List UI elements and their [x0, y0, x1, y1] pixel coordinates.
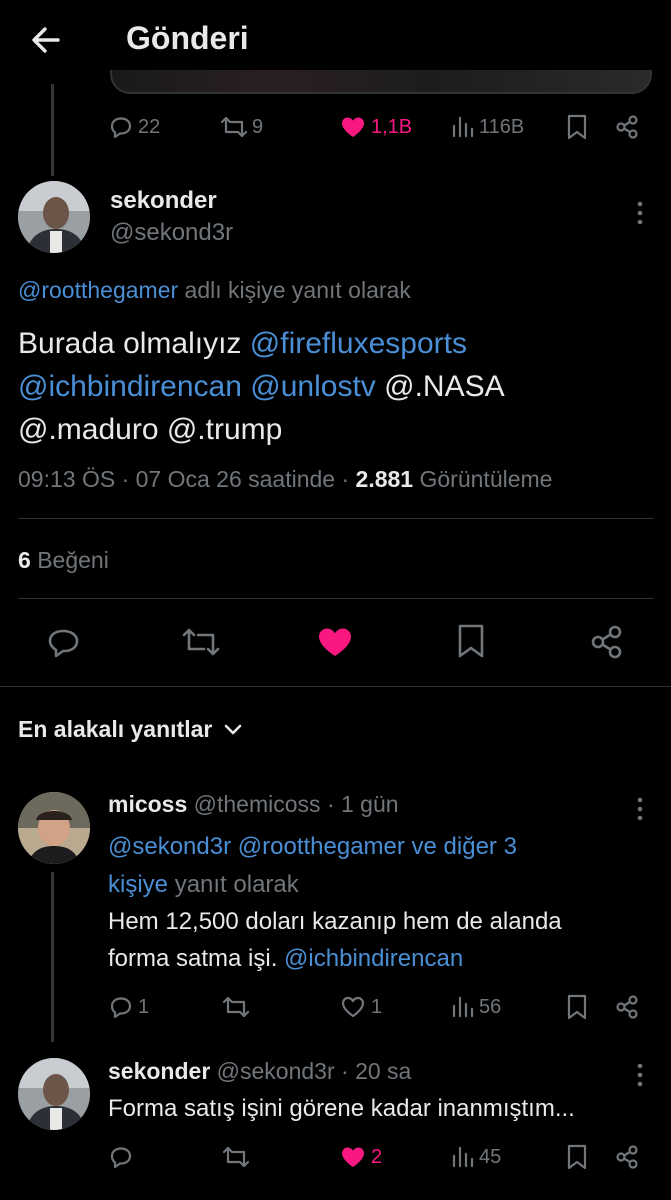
reply-count: 1 — [138, 996, 150, 1018]
replying-to: @sekond3r @rootthegamer ve diğer 3 kişiy… — [108, 828, 648, 904]
reply-count: 22 — [138, 116, 161, 138]
likes-label: Beğeni — [37, 547, 109, 573]
bookmark-icon[interactable] — [566, 114, 588, 140]
divider — [18, 518, 654, 519]
replying-to: @rootthegamer adlı kişiye yanıt olarak — [18, 277, 411, 304]
sort-dropdown[interactable]: En alakalı yanıtlar — [18, 716, 242, 743]
mention-link[interactable]: @unlostv — [250, 370, 376, 403]
reply-icon — [108, 994, 134, 1020]
reply-header: micoss @themicoss · 1 gün — [108, 791, 399, 818]
view-label: Görüntüleme — [419, 466, 553, 492]
mention-link[interactable]: @firefluxesports — [250, 327, 467, 360]
views-count: 56 — [479, 996, 502, 1018]
back-arrow-icon[interactable] — [28, 22, 64, 58]
heart-filled-icon[interactable] — [316, 625, 354, 659]
heart-filled-icon — [339, 1144, 367, 1170]
views-icon — [451, 114, 475, 140]
thread-line — [51, 84, 54, 176]
mention-link[interactable]: kişiye — [108, 871, 168, 898]
tweet-text-plain: @.maduro @.trump — [18, 413, 283, 446]
like-count: 1 — [371, 996, 383, 1018]
reply-icon — [108, 114, 134, 140]
replying-label: adlı kişiye yanıt olarak — [184, 277, 411, 303]
like-count: 1,1B — [371, 116, 413, 138]
tweet-text: Burada olmalıyız @firefluxesports @ichbi… — [18, 322, 658, 451]
views-button[interactable]: 56 — [451, 994, 501, 1020]
bookmark-icon[interactable] — [456, 623, 486, 659]
author-name[interactable]: micoss — [108, 791, 187, 817]
mention-link[interactable]: @ichbindirencan — [284, 945, 463, 972]
views-count: 116B — [479, 116, 525, 138]
reply-icon[interactable] — [46, 625, 82, 659]
share-icon[interactable] — [589, 624, 625, 660]
tweet-text-plain: @.NASA — [384, 370, 505, 403]
mention-link[interactable]: @sekond3r @rootthegamer ve diğer 3 — [108, 828, 648, 866]
share-icon[interactable] — [614, 114, 640, 140]
repost-icon[interactable] — [181, 625, 221, 659]
tweet-timestamp[interactable]: 09:13 ÖS · 07 Oca 26 saatinde · — [18, 466, 349, 492]
sort-label: En alakalı yanıtlar — [18, 716, 213, 742]
reply-time[interactable]: · 1 gün — [327, 791, 399, 817]
parent-media-preview[interactable] — [110, 70, 652, 94]
replying-label: yanıt olarak — [174, 871, 299, 898]
avatar[interactable] — [18, 792, 90, 864]
chevron-down-icon — [224, 724, 242, 736]
views-button[interactable]: 45 — [451, 1144, 501, 1170]
heart-outline-icon — [339, 994, 367, 1020]
heart-filled-icon — [339, 114, 367, 140]
author-handle[interactable]: @themicoss — [194, 791, 321, 817]
more-options-icon[interactable] — [636, 200, 644, 226]
divider — [0, 686, 671, 687]
reply-text-plain: forma satma işi. — [108, 945, 278, 972]
parent-repost-button[interactable]: 9 — [220, 114, 263, 140]
like-count: 2 — [371, 1146, 383, 1168]
thread-line — [51, 872, 54, 1042]
like-button[interactable]: 2 — [339, 1144, 382, 1170]
repost-count: 9 — [252, 116, 264, 138]
view-count: 2.881 — [355, 466, 414, 492]
avatar[interactable] — [18, 181, 90, 253]
tweet-meta: 09:13 ÖS · 07 Oca 26 saatinde · 2.881 Gö… — [18, 466, 552, 493]
mention-link[interactable]: @ichbindirencan — [18, 370, 242, 403]
page-title: Gönderi — [126, 20, 249, 56]
repost-icon — [220, 114, 248, 140]
author-handle[interactable]: @sekond3r — [110, 219, 233, 247]
author-handle[interactable]: @sekond3r — [217, 1058, 335, 1084]
like-button[interactable]: 1 — [339, 994, 382, 1020]
reply-header: sekonder @sekond3r · 20 sa — [108, 1058, 411, 1085]
mention-link[interactable]: @rootthegamer — [18, 277, 178, 303]
views-count: 45 — [479, 1146, 502, 1168]
likes-summary[interactable]: 6 Beğeni — [18, 547, 109, 574]
reply-time[interactable]: · 20 sa — [341, 1058, 411, 1084]
parent-like-button[interactable]: 1,1B — [339, 114, 412, 140]
tweet-text-plain: Burada olmalıyız — [18, 327, 242, 360]
repost-icon[interactable] — [222, 994, 250, 1020]
divider — [18, 598, 654, 599]
share-icon[interactable] — [614, 1144, 640, 1170]
avatar[interactable] — [18, 1058, 90, 1130]
more-options-icon[interactable] — [636, 796, 644, 822]
reply-icon[interactable] — [108, 1144, 134, 1170]
share-icon[interactable] — [614, 994, 640, 1020]
reply-text-line: Hem 12,500 doları kazanıp hem de alanda — [108, 908, 562, 935]
author-name[interactable]: sekonder — [110, 187, 217, 215]
reply-text: Forma satış işini görene kadar inanmıştı… — [108, 1095, 575, 1122]
author-name[interactable]: sekonder — [108, 1058, 210, 1084]
parent-views-button[interactable]: 116B — [451, 114, 524, 140]
views-icon — [451, 994, 475, 1020]
bookmark-icon[interactable] — [566, 994, 588, 1020]
reply-text: Hem 12,500 doları kazanıp hem de alanda … — [108, 903, 658, 977]
views-icon — [451, 1144, 475, 1170]
reply-button[interactable]: 1 — [108, 994, 149, 1020]
parent-reply-button[interactable]: 22 — [108, 114, 160, 140]
more-options-icon[interactable] — [636, 1062, 644, 1088]
likes-count: 6 — [18, 547, 31, 573]
repost-icon[interactable] — [222, 1144, 250, 1170]
bookmark-icon[interactable] — [566, 1144, 588, 1170]
